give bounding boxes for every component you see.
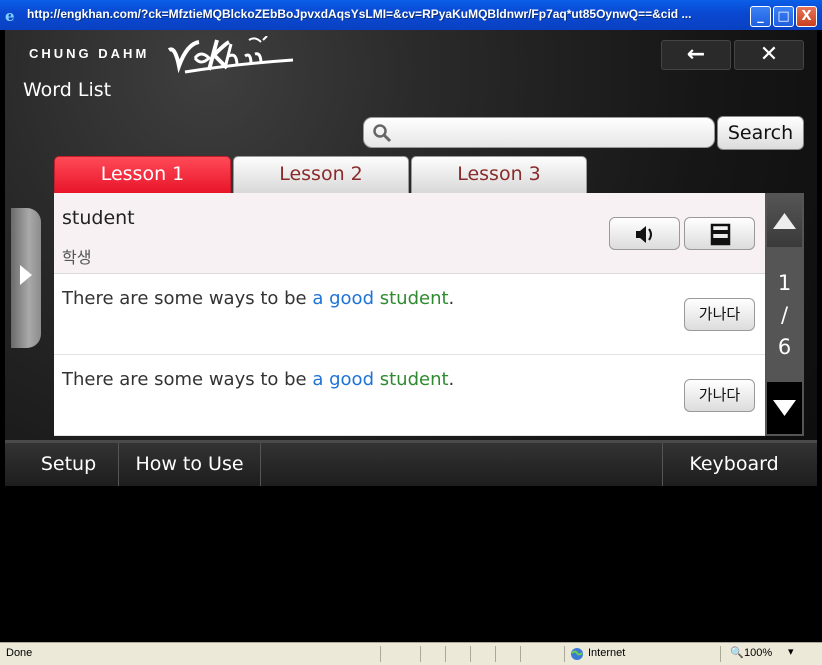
sentence-end: . — [448, 288, 455, 309]
setup-button[interactable]: Setup — [19, 443, 119, 486]
word-text: student — [62, 207, 135, 229]
search-icon — [373, 124, 392, 143]
page-separator: / — [780, 303, 789, 327]
tab-lesson-2[interactable]: Lesson 2 — [233, 156, 409, 193]
page-title: Word List — [23, 79, 112, 101]
window-close-button[interactable]: X — [796, 6, 817, 27]
maximize-button[interactable]: □ — [773, 6, 794, 27]
tab-lesson-1[interactable]: Lesson 1 — [54, 156, 231, 193]
translate-button[interactable]: 가나다 — [684, 379, 755, 412]
brand-name: CHUNG DAHM — [29, 46, 150, 61]
sentence-end: . — [448, 369, 455, 390]
keyboard-button[interactable]: Keyboard — [662, 443, 805, 486]
zoom-icon: 🔍 — [730, 647, 744, 659]
translate-button[interactable]: 가나다 — [684, 298, 755, 331]
status-text: Done — [6, 647, 33, 659]
word-list-panel: student 학생 There are some ways to be a g… — [54, 193, 766, 436]
sentence-row: There are some ways to be a good student… — [54, 355, 766, 436]
pager-scrollbar: 1 / 6 — [765, 193, 804, 436]
tab-lesson-3[interactable]: Lesson 3 — [411, 156, 587, 193]
page-current: 1 — [777, 271, 792, 295]
window-title: http://engkhan.com/?ck=MfztieMQBlckoZEbB… — [27, 7, 692, 21]
page-total: 6 — [777, 335, 792, 359]
window-title-bar: e http://engkhan.com/?ck=MfztieMQBlckoZE… — [0, 0, 822, 30]
word-entry-row: student 학생 — [54, 193, 766, 274]
sentence-plain: There are some ways to be — [62, 369, 313, 390]
bottom-toolbar: Setup How to Use Keyboard — [5, 440, 817, 486]
sentence-highlight-blue: a good — [312, 369, 374, 390]
minimize-button[interactable]: _ — [750, 6, 771, 27]
status-divider — [720, 646, 721, 662]
how-to-use-button[interactable]: How to Use — [119, 443, 261, 486]
page-indicator: 1 / 6 — [765, 267, 804, 363]
globe-icon — [571, 648, 583, 660]
scroll-down-button[interactable] — [767, 382, 802, 434]
search-box — [363, 117, 715, 148]
sentence-text: There are some ways to be a good student… — [62, 288, 454, 309]
sentence-plain: There are some ways to be — [62, 288, 313, 309]
back-button[interactable]: ← — [661, 40, 731, 70]
security-zone: Internet — [588, 647, 626, 659]
sentence-row: There are some ways to be a good student… — [54, 274, 766, 355]
save-icon — [710, 223, 731, 246]
play-audio-button[interactable] — [609, 217, 680, 250]
status-divider — [495, 646, 496, 662]
chevron-right-icon — [20, 265, 32, 285]
vokhan-logo — [167, 36, 294, 74]
close-button[interactable]: ✕ — [734, 40, 804, 70]
status-divider — [520, 646, 521, 662]
word-meaning: 학생 — [62, 248, 92, 267]
save-word-button[interactable] — [684, 217, 755, 250]
search-input[interactable] — [394, 122, 710, 145]
sentence-highlight-green: student — [379, 369, 449, 390]
zoom-dropdown-icon[interactable]: ▾ — [788, 645, 794, 658]
speaker-icon — [636, 226, 652, 243]
triangle-down-icon — [773, 400, 796, 416]
status-divider — [420, 646, 421, 662]
side-panel-toggle[interactable] — [11, 208, 41, 348]
app-frame: CHUNG DAHM ← ✕ Word List Search Lesson 1… — [5, 30, 817, 640]
status-divider — [470, 646, 471, 662]
sentence-text: There are some ways to be a good student… — [62, 369, 454, 390]
ie-icon: e — [5, 7, 15, 25]
scroll-up-button[interactable] — [767, 195, 802, 247]
triangle-up-icon — [773, 213, 796, 229]
status-divider — [445, 646, 446, 662]
sentence-highlight-blue: a good — [312, 288, 374, 309]
search-button[interactable]: Search — [717, 116, 804, 150]
sentence-highlight-green: student — [379, 288, 449, 309]
status-divider — [380, 646, 381, 662]
status-divider — [564, 646, 565, 662]
zoom-level[interactable]: 100% — [744, 647, 772, 659]
status-bar: Done Internet 🔍 100% ▾ — [0, 642, 822, 665]
